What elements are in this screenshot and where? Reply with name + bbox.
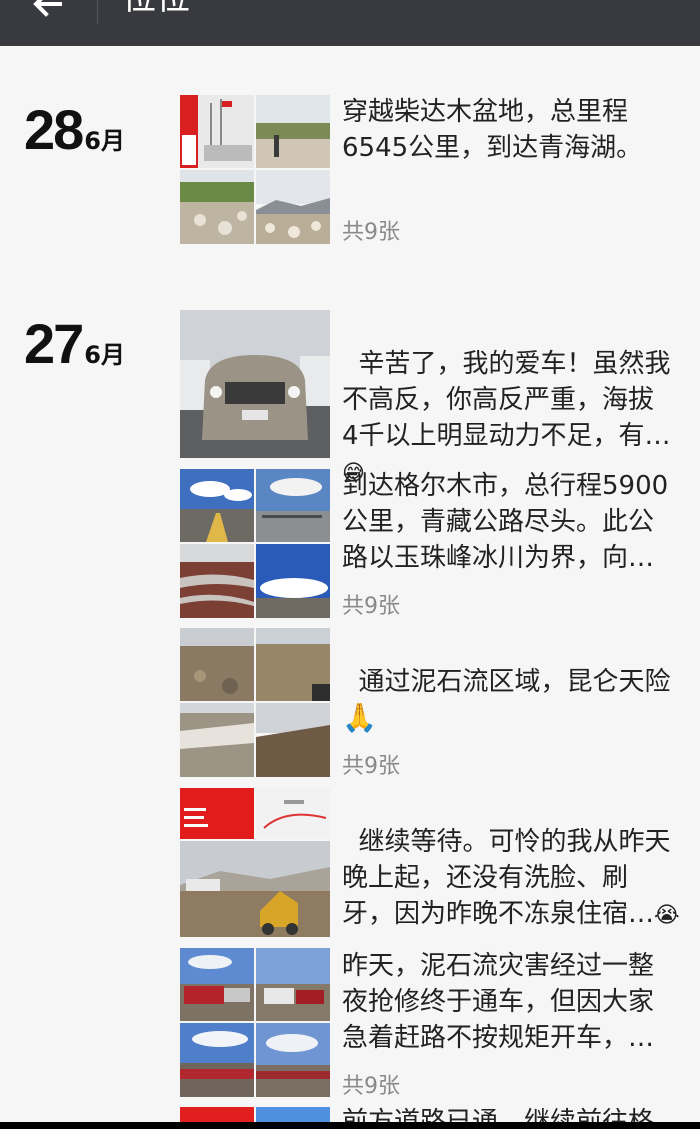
date-month: 6月: [84, 127, 125, 155]
moment-text-body: 辛苦了，我的爱车！虽然我 不高反，你高反严重，海拔 4千以上明显动力不足，有…: [342, 349, 671, 451]
top-bar: 位位: [0, 0, 700, 46]
back-arrow-icon[interactable]: [30, 0, 70, 26]
photo-thumb[interactable]: [180, 948, 254, 1021]
photo-thumb[interactable]: [256, 703, 330, 777]
moment-text[interactable]: 到达格尔木市，总行程5900 公里，青藏公路尽头。此公 路以玉珠峰冰川为界，向…: [342, 468, 692, 576]
photo-thumb[interactable]: [256, 948, 330, 1021]
date-day: 27: [24, 312, 84, 375]
moment-text[interactable]: 通过泥石流区域，昆仑天险 🙏: [342, 628, 692, 737]
photo-thumb[interactable]: [180, 1107, 254, 1122]
photo-thumb[interactable]: [256, 95, 330, 168]
photo-count: 共9张: [342, 754, 400, 779]
photo-count: 共9张: [342, 220, 400, 245]
photo-thumb[interactable]: [180, 1023, 254, 1097]
moment-text[interactable]: 昨天，泥石流灾害经过一整 夜抢修终于通车，但因大家 急着赶路不按规矩开车，…: [342, 948, 692, 1056]
photo-thumb[interactable]: [180, 788, 254, 839]
photo-count: 共9张: [342, 1074, 400, 1099]
photo-thumb[interactable]: [180, 95, 254, 168]
photo-thumb[interactable]: [180, 841, 330, 937]
moment-text-body: 通过泥石流区域，昆仑天险: [358, 667, 671, 697]
bottom-edge: [0, 1122, 700, 1129]
photo-thumb[interactable]: [256, 628, 330, 701]
moment-text[interactable]: 穿越柴达木盆地，总里程 6545公里，到达青海湖。: [342, 94, 692, 166]
topbar-divider: [97, 0, 98, 24]
date-day: 28: [24, 98, 84, 161]
photo-thumb[interactable]: [180, 544, 254, 618]
photo-thumb[interactable]: [256, 788, 330, 839]
page-title: 位位: [122, 0, 190, 18]
photo-thumb[interactable]: [256, 1107, 330, 1122]
date-label-27: 276月: [24, 314, 125, 374]
moment-text-body: 继续等待。可怜的我从昨天 晚上起，还没有洗脸、刷 牙，因为昨晚不冻泉住宿…: [342, 827, 671, 929]
photo-thumb[interactable]: [256, 170, 330, 244]
photo-thumb[interactable]: [256, 544, 330, 618]
crying-emoji-icon: 😭: [654, 903, 680, 928]
photo-thumb[interactable]: [256, 1023, 330, 1097]
moment-text[interactable]: 前方道路已通，继续前往格…: [342, 1104, 692, 1122]
moment-text[interactable]: 继续等待。可怜的我从昨天 晚上起，还没有洗脸、刷 牙，因为昨晚不冻泉住宿…😭: [342, 788, 692, 934]
date-label-28: 286月: [24, 100, 125, 160]
photo-count: 共9张: [342, 594, 400, 619]
praying-hands-emoji-icon: 🙏: [342, 701, 377, 734]
photo-thumb[interactable]: [180, 310, 330, 458]
photo-thumb[interactable]: [180, 703, 254, 777]
photo-thumb[interactable]: [180, 469, 254, 542]
moment-text[interactable]: 辛苦了，我的爱车！虽然我 不高反，你高反严重，海拔 4千以上明显动力不足，有…😅: [342, 310, 692, 492]
date-month: 6月: [84, 341, 125, 369]
photo-thumb[interactable]: [180, 170, 254, 244]
photo-thumb[interactable]: [256, 469, 330, 542]
photo-thumb[interactable]: [180, 628, 254, 701]
